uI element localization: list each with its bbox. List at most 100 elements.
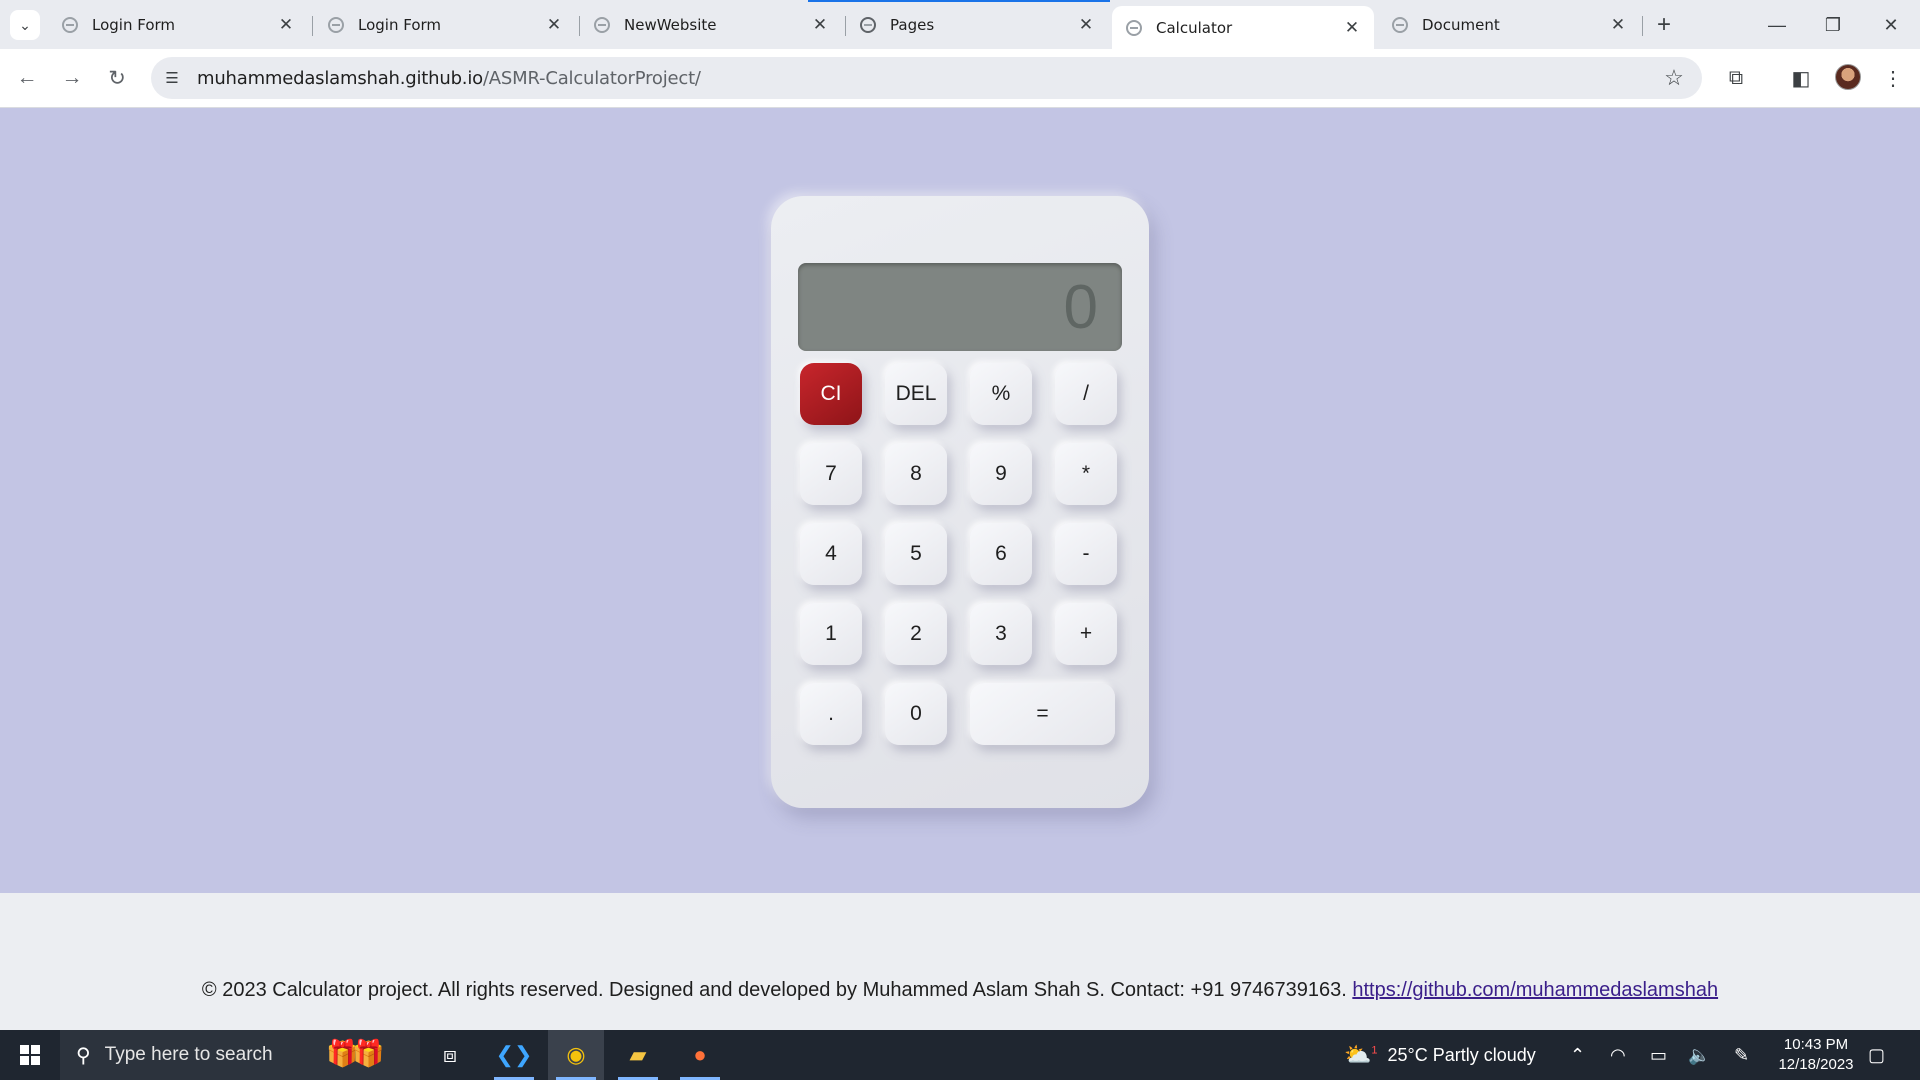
task-view-icon: ⧈	[443, 1042, 457, 1067]
divide-button[interactable]: /	[1055, 363, 1117, 425]
site-info-button[interactable]: ☰	[155, 61, 189, 95]
back-button[interactable]: ←	[10, 61, 44, 95]
arrow-right-icon: →	[61, 66, 83, 89]
tab-title: Calculator	[1156, 18, 1233, 37]
tune-icon: ☰	[165, 70, 179, 87]
reload-icon: ↻	[108, 66, 126, 90]
clock[interactable]: 10:43 PM 12/18/2023	[1768, 1035, 1864, 1075]
globe-icon	[328, 16, 344, 33]
bookmark-button[interactable]: ☆	[1658, 62, 1690, 94]
key-2[interactable]: 2	[885, 603, 947, 665]
address-bar[interactable]: ☰ muhammedaslamshah.github.io/ASMR-Calcu…	[151, 57, 1702, 99]
page-content: 0 CI DEL % / 7 8 9 * 4 5 6 - 1 2 3 + . 0…	[0, 108, 1920, 893]
minimize-button[interactable]: —	[1757, 8, 1797, 42]
close-icon[interactable]: ✕	[276, 15, 296, 35]
vscode-icon: ❮❯	[495, 1042, 533, 1067]
percent-button[interactable]: %	[970, 363, 1032, 425]
tab-search-button[interactable]: ⌄	[10, 10, 40, 40]
weather-text: 25°C Partly cloudy	[1387, 1044, 1536, 1065]
url-text[interactable]: muhammedaslamshah.github.io/ASMR-Calcula…	[197, 68, 701, 89]
chevron-down-icon: ⌄	[19, 16, 31, 33]
vscode-app[interactable]: ❮❯	[486, 1030, 542, 1080]
globe-icon	[1126, 19, 1142, 36]
folder-icon: ▰	[629, 1042, 647, 1067]
close-icon[interactable]: ✕	[1076, 15, 1096, 35]
key-0[interactable]: 0	[885, 683, 947, 745]
key-7[interactable]: 7	[800, 443, 862, 505]
battery-button[interactable]: ▭	[1650, 1030, 1667, 1080]
equals-button[interactable]: =	[970, 683, 1115, 745]
battery-icon: ▭	[1650, 1044, 1668, 1065]
weather-badge: 1	[1371, 1044, 1378, 1057]
tab-separator	[1642, 16, 1643, 36]
tab-title: Login Form	[92, 15, 176, 34]
arrow-left-icon: ←	[16, 66, 38, 89]
clear-button[interactable]: CI	[800, 363, 862, 425]
tab-calculator[interactable]: Calculator ✕	[1112, 6, 1374, 49]
tab-pages[interactable]: Pages ✕	[846, 6, 1108, 43]
key-3[interactable]: 3	[970, 603, 1032, 665]
network-button[interactable]: ◠	[1610, 1030, 1626, 1080]
taskbar-search[interactable]: ⚲ Type here to search 🎁🎁	[60, 1030, 420, 1080]
key-8[interactable]: 8	[885, 443, 947, 505]
search-placeholder: Type here to search	[104, 1044, 273, 1065]
add-button[interactable]: +	[1055, 603, 1117, 665]
chrome-icon: ◉	[566, 1042, 586, 1067]
pen-button[interactable]: ✎	[1734, 1030, 1749, 1080]
github-icon	[860, 16, 876, 33]
more-vert-icon: ⋮	[1883, 67, 1903, 90]
profile-avatar[interactable]	[1835, 64, 1861, 90]
firefox-icon: ●	[693, 1042, 707, 1067]
menu-button[interactable]: ⋮	[1876, 61, 1910, 95]
close-icon[interactable]: ✕	[810, 15, 830, 35]
key-9[interactable]: 9	[970, 443, 1032, 505]
start-button[interactable]	[0, 1030, 60, 1080]
github-link[interactable]: https://github.com/muhammedaslamshah	[1352, 979, 1718, 1001]
puzzle-icon: ⧉	[1728, 66, 1744, 89]
tab-newwebsite[interactable]: NewWebsite ✕	[580, 6, 842, 43]
new-tab-button[interactable]: +	[1650, 11, 1678, 39]
decimal-button[interactable]: .	[800, 683, 862, 745]
wifi-icon: ◠	[1610, 1044, 1626, 1065]
close-icon[interactable]: ✕	[544, 15, 564, 35]
speaker-icon: 🔈	[1688, 1044, 1711, 1065]
minimize-icon: —	[1768, 14, 1786, 35]
close-icon[interactable]: ✕	[1608, 15, 1628, 35]
subtract-button[interactable]: -	[1055, 523, 1117, 585]
reload-button[interactable]: ↻	[100, 61, 134, 95]
task-view-button[interactable]: ⧈	[422, 1030, 478, 1080]
show-hidden-icons-button[interactable]: ⌃	[1570, 1030, 1585, 1080]
key-5[interactable]: 5	[885, 523, 947, 585]
firefox-app[interactable]: ●	[672, 1030, 728, 1080]
multiply-button[interactable]: *	[1055, 443, 1117, 505]
tab-login-form-1[interactable]: Login Form ✕	[48, 6, 308, 43]
star-icon: ☆	[1664, 65, 1684, 90]
close-icon: ✕	[1883, 14, 1899, 35]
notifications-button[interactable]: ▢	[1868, 1030, 1885, 1080]
forward-button[interactable]: →	[55, 61, 89, 95]
key-4[interactable]: 4	[800, 523, 862, 585]
copyright-text: © 2023 Calculator project. All rights re…	[201, 979, 1347, 1001]
close-window-button[interactable]: ✕	[1871, 8, 1911, 42]
calculator: 0 CI DEL % / 7 8 9 * 4 5 6 - 1 2 3 + . 0…	[771, 196, 1149, 808]
tab-login-form-2[interactable]: Login Form ✕	[314, 6, 576, 43]
tab-title: Login Form	[358, 15, 442, 34]
tab-document[interactable]: Document ✕	[1378, 6, 1640, 43]
chrome-app[interactable]: ◉	[548, 1030, 604, 1080]
key-1[interactable]: 1	[800, 603, 862, 665]
close-icon[interactable]: ✕	[1342, 18, 1362, 38]
key-6[interactable]: 6	[970, 523, 1032, 585]
page-footer: © 2023 Calculator project. All rights re…	[0, 893, 1920, 1030]
extensions-button[interactable]: ⧉	[1719, 61, 1753, 95]
volume-button[interactable]: 🔈	[1688, 1030, 1710, 1080]
weather-widget[interactable]: ⛅1 25°C Partly cloudy	[1344, 1030, 1536, 1080]
url-host: muhammedaslamshah.github.io	[197, 67, 483, 89]
delete-button[interactable]: DEL	[885, 363, 947, 425]
restore-button[interactable]: ❐	[1813, 8, 1853, 42]
tab-separator	[312, 16, 313, 36]
url-path: /ASMR-CalculatorProject/	[482, 67, 701, 89]
weather-cloudy-icon: ⛅1	[1344, 1042, 1378, 1067]
side-panel-button[interactable]: ◧	[1784, 61, 1818, 95]
file-explorer-app[interactable]: ▰	[610, 1030, 666, 1080]
tab-indicator	[808, 0, 1110, 2]
